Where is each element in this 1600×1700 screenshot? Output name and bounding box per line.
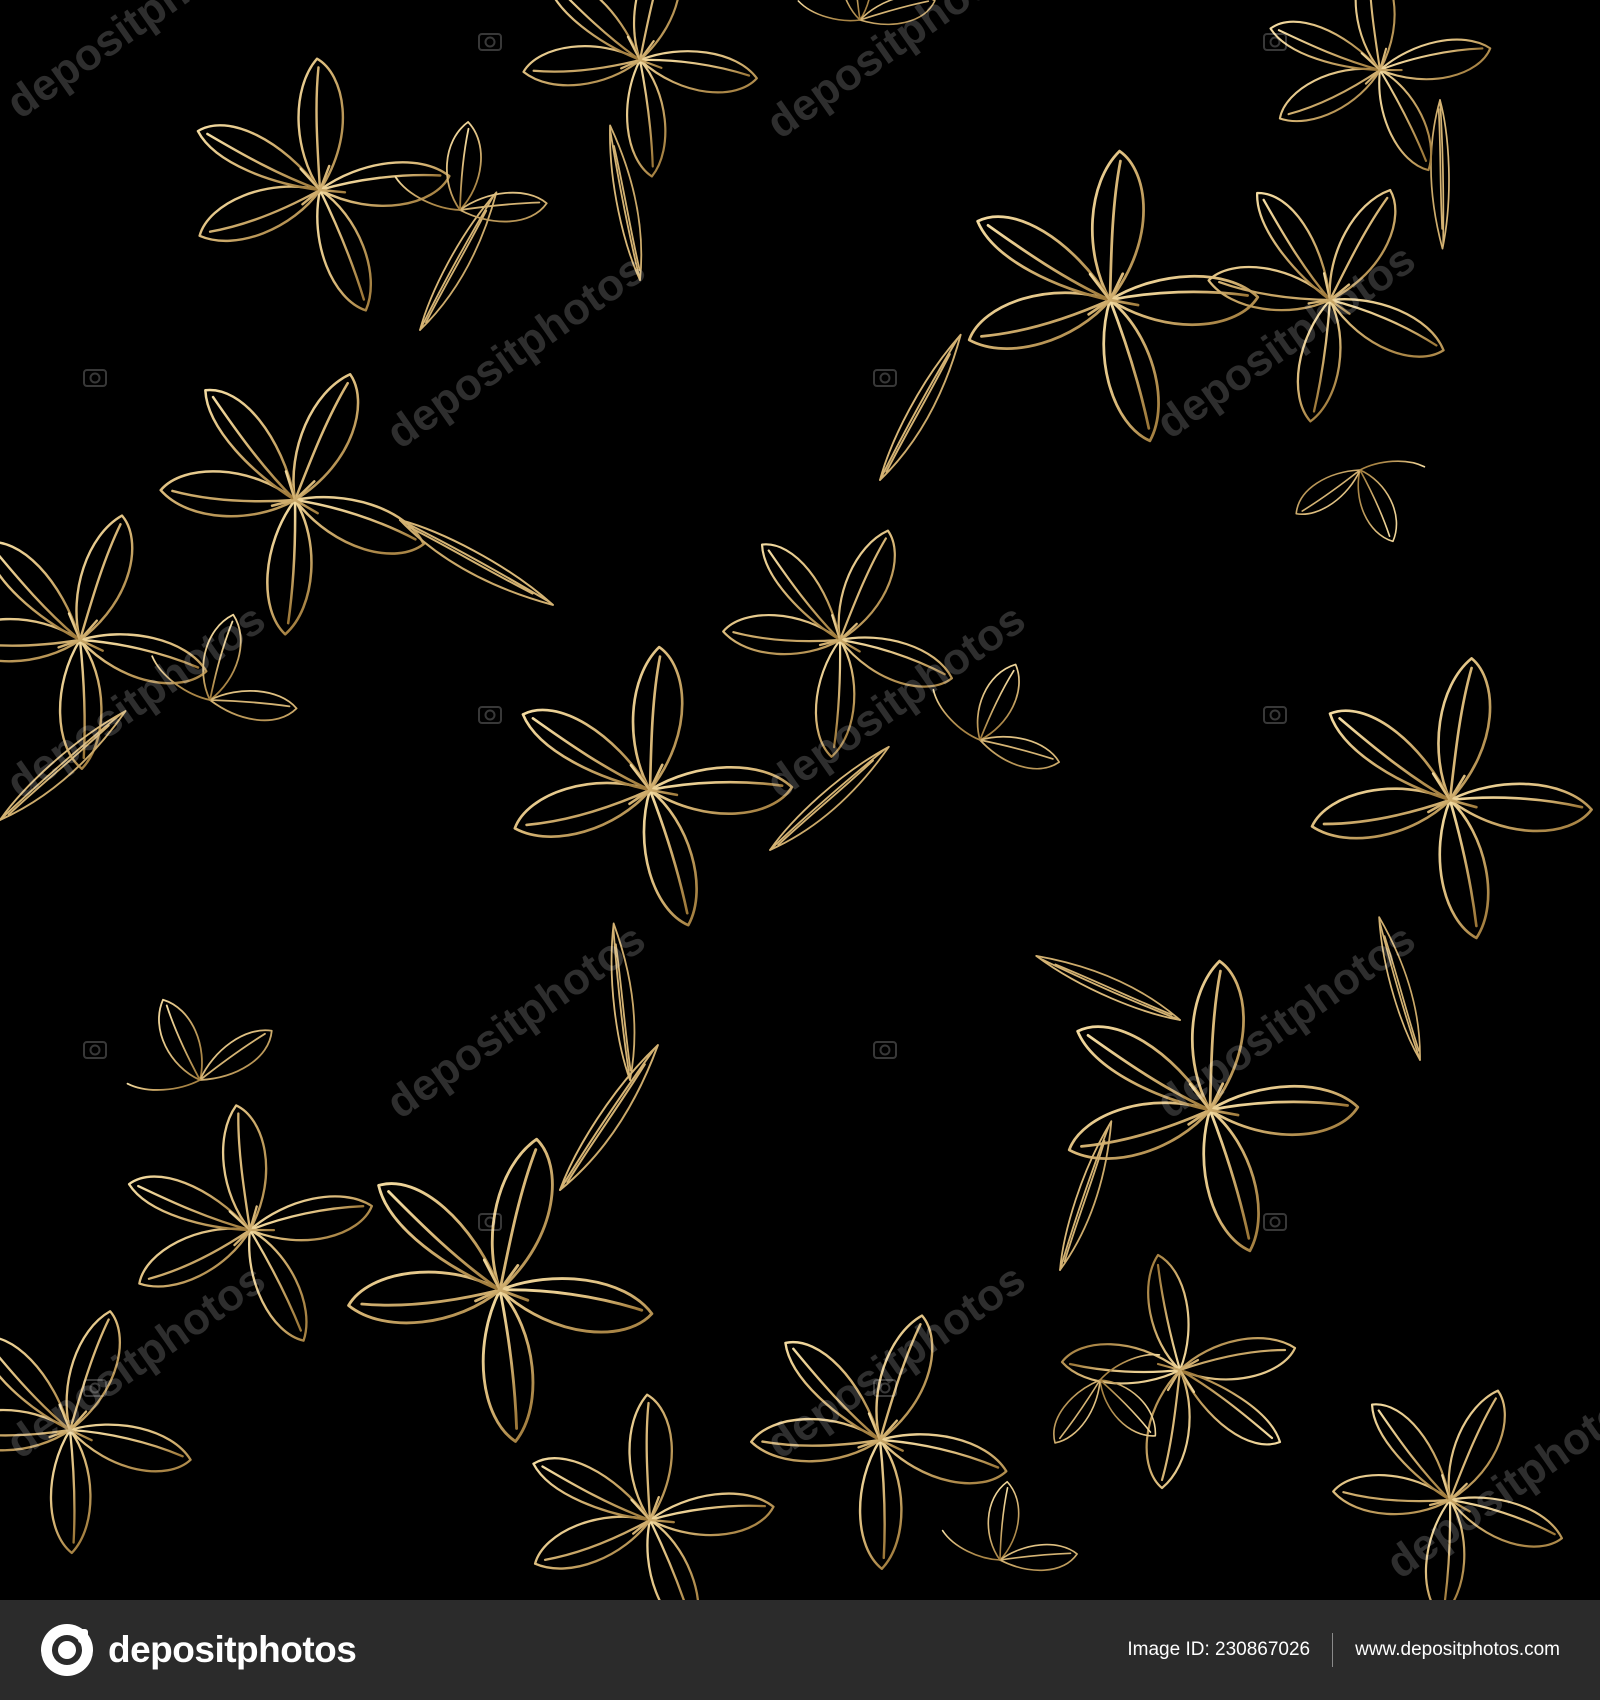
watermark-text: depositphotos <box>758 594 1034 808</box>
logo-text: depositphotos <box>108 1629 357 1670</box>
website-link[interactable]: www.depositphotos.com <box>1355 1639 1560 1661</box>
watermark-text: depositphotos <box>0 1254 274 1468</box>
watermark-text: depositphotos <box>1378 1374 1600 1588</box>
floral-pattern: depositphotos depositphotos depositphoto… <box>0 0 1600 1600</box>
watermark-text: depositphotos <box>1148 234 1424 448</box>
stock-footer-bar: depositphotos Image ID: 230867026 www.de… <box>0 1600 1600 1700</box>
image-id-label: Image ID: 230867026 <box>1127 1639 1311 1660</box>
depositphotos-logo[interactable]: depositphotos <box>40 1623 357 1677</box>
depositphotos-logo-icon <box>41 1624 93 1676</box>
flower-pattern-artwork: depositphotos depositphotos depositphoto… <box>0 0 1600 1600</box>
footer-meta: Image ID: 230867026 www.depositphotos.co… <box>1127 1633 1560 1667</box>
watermark-text: depositphotos <box>1148 914 1424 1128</box>
watermark-text: depositphotos <box>758 0 1034 148</box>
watermark-text: depositphotos <box>378 244 654 458</box>
flower-cluster-bottom-left <box>0 981 697 1572</box>
footer-divider <box>1332 1633 1334 1667</box>
watermark-text: depositphotos <box>0 0 274 128</box>
